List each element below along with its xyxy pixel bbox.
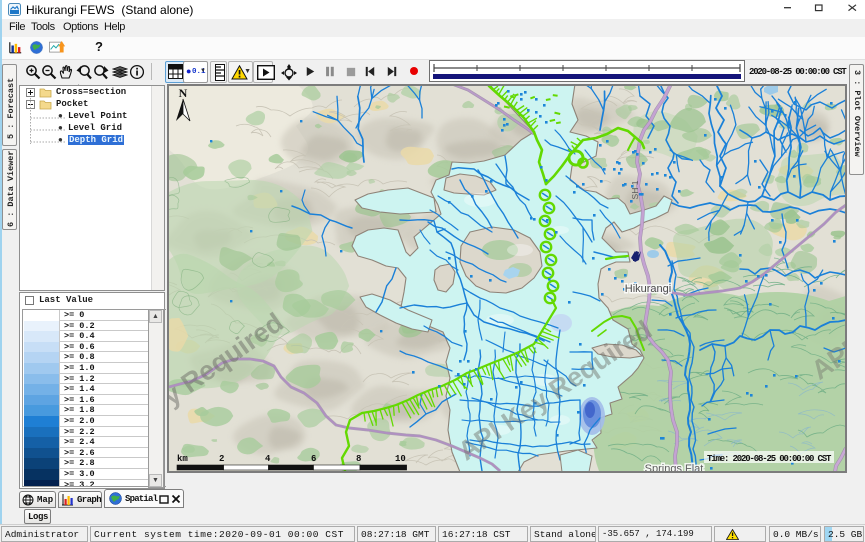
svg-text:4: 4 — [265, 454, 271, 464]
svg-text:2: 2 — [219, 454, 224, 464]
svg-text:8: 8 — [356, 454, 361, 464]
svg-text:6: 6 — [311, 454, 316, 464]
svg-text:SH 1: SH 1 — [630, 180, 640, 199]
svg-text:Springs Flat: Springs Flat — [645, 463, 704, 471]
svg-text:km: km — [177, 454, 188, 464]
svg-text:N: N — [179, 86, 188, 100]
svg-text:10: 10 — [395, 454, 406, 464]
svg-text:Time: 2020-08-25 00:00:00 CST: Time: 2020-08-25 00:00:00 CST — [707, 454, 832, 464]
svg-text:Hikurangi: Hikurangi — [625, 283, 671, 295]
